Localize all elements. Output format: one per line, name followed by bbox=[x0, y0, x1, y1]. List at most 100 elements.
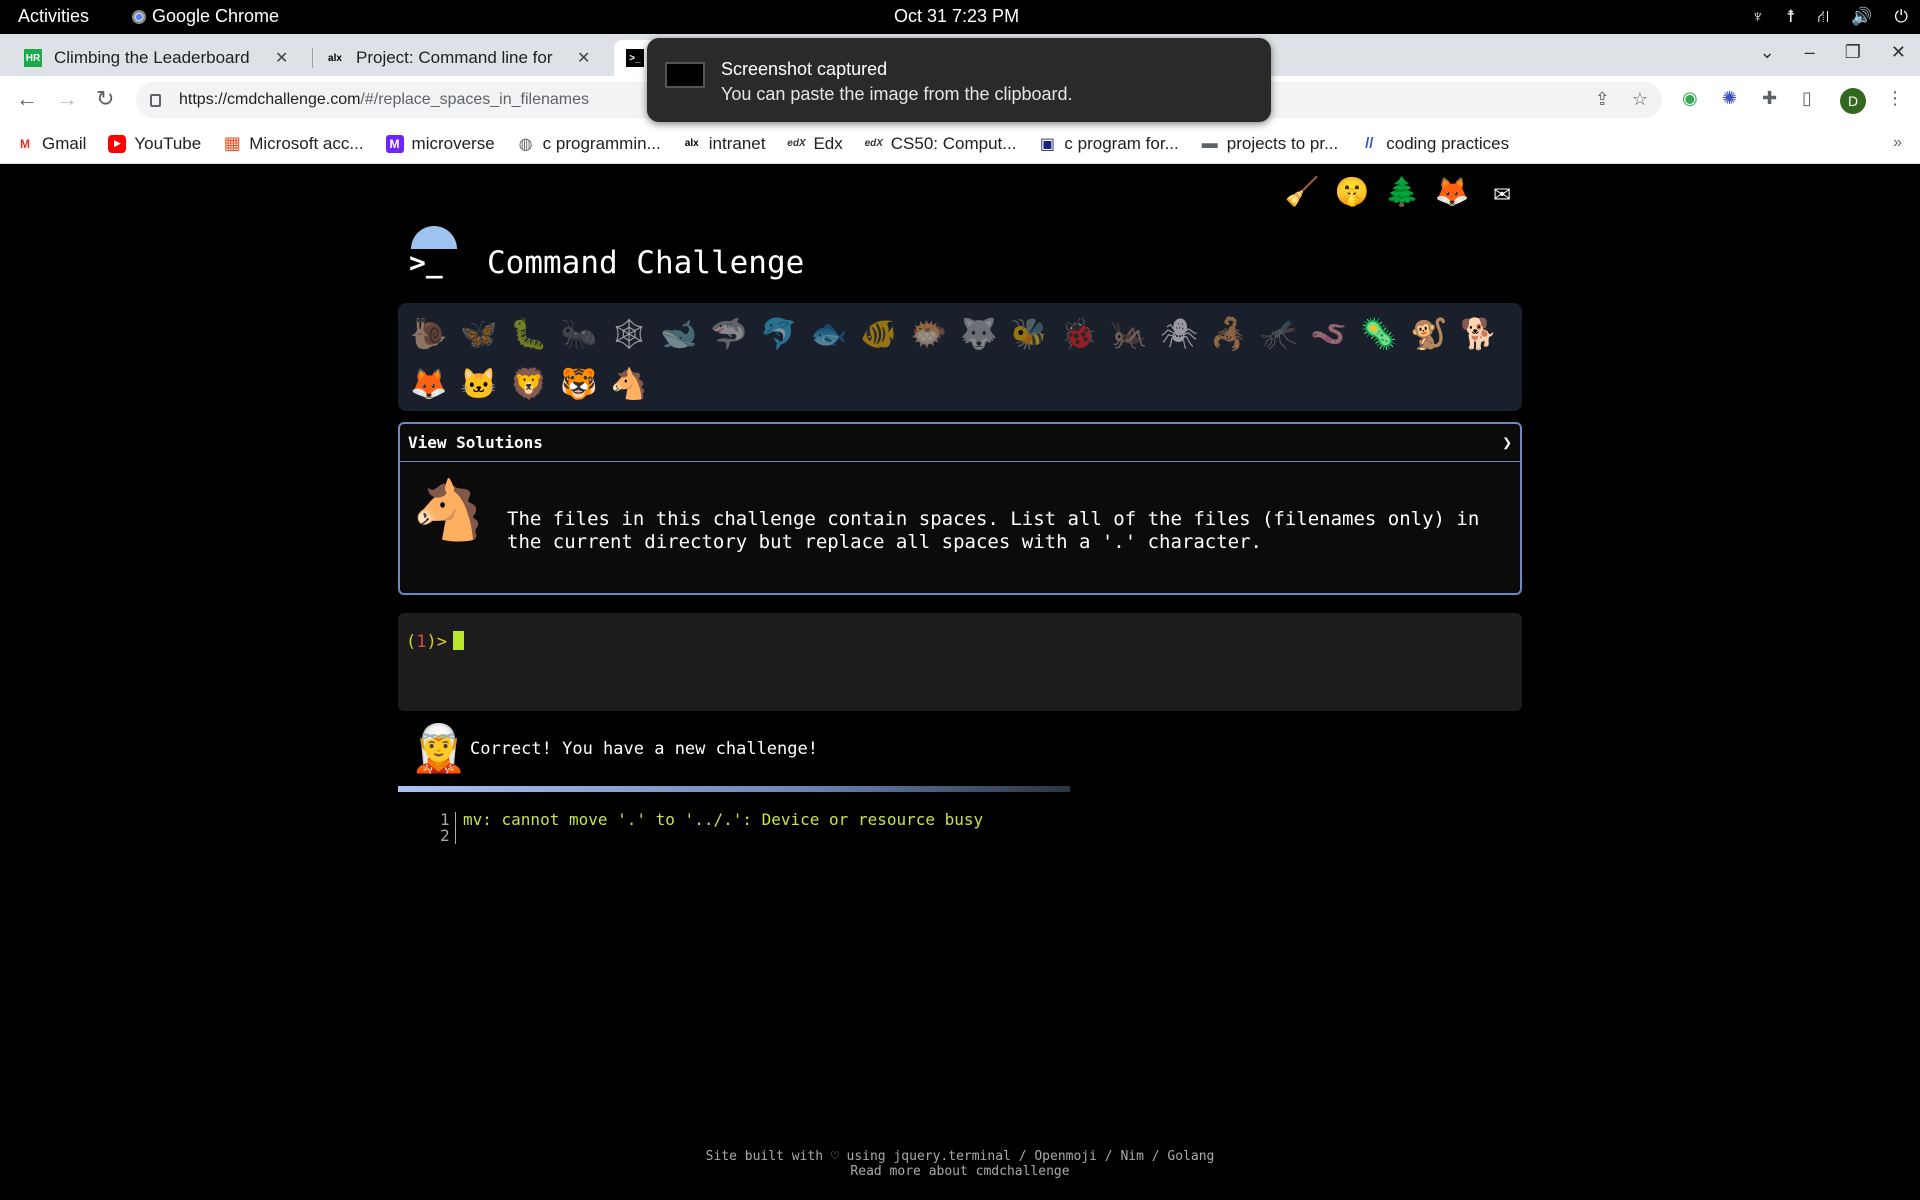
challenge-animal-icon[interactable]: 🐝 bbox=[1004, 309, 1054, 359]
challenge-animal-icon[interactable]: 🕸 bbox=[604, 309, 654, 359]
reload-icon[interactable]: ↻ bbox=[96, 86, 114, 112]
grammarly-icon[interactable]: ◉ bbox=[1682, 88, 1698, 109]
challenge-animal-icon[interactable]: 🐟 bbox=[804, 309, 854, 359]
challenge-animal-icon[interactable]: 🐌 bbox=[404, 309, 454, 359]
bookmark-cs50[interactable]: edX CS50: Comput... bbox=[865, 134, 1017, 154]
minimize-icon[interactable]: – bbox=[1805, 42, 1815, 63]
challenge-animal-icon[interactable]: 🦊 bbox=[404, 359, 454, 409]
challenge-animal-icon[interactable]: 🦋 bbox=[454, 309, 504, 359]
screenshot-thumbnail bbox=[665, 62, 705, 88]
page-content: 🧹 🤫 🌲 🦊 ✉ >_ Command Challenge 🐌 🦋 🐛 🐜 🕸 🐋 🦈 🐬 🐟… bbox=[0, 165, 1920, 1200]
challenge-animal-icon[interactable]: 🐴 bbox=[604, 359, 654, 409]
challenge-animal-icon[interactable]: 🐡 bbox=[904, 309, 954, 359]
challenge-animal-icon[interactable]: 🦠 bbox=[1354, 309, 1404, 359]
bookmark-c-program[interactable]: ▣ c program for... bbox=[1038, 133, 1179, 154]
bookmark-label: CS50: Comput... bbox=[890, 133, 1017, 153]
tab-search-icon[interactable]: ⌄ bbox=[1760, 42, 1775, 63]
clock[interactable]: Oct 31 7:23 PM bbox=[894, 6, 1019, 27]
challenge-animal-icon[interactable]: 🦂 bbox=[1204, 309, 1254, 359]
challenge-animal-icon[interactable]: 🐠 bbox=[854, 309, 904, 359]
extension-badge-icon[interactable]: ✺ bbox=[1722, 88, 1737, 109]
site-logo[interactable]: >_ bbox=[405, 226, 461, 282]
bookmark-label: c program for... bbox=[1064, 133, 1179, 153]
challenge-animal-icon[interactable]: 🐒 bbox=[1404, 309, 1454, 359]
logo-prompt-icon: >_ bbox=[409, 246, 443, 279]
challenge-animal-icon[interactable]: 🦁 bbox=[504, 359, 554, 409]
view-solutions-toggle[interactable]: View Solutions ❯ bbox=[400, 424, 1520, 462]
challenge-animal-icon[interactable]: 🦗 bbox=[1104, 309, 1154, 359]
gitlab-icon[interactable]: 🦊 bbox=[1434, 173, 1470, 209]
bookmark-star-icon[interactable]: ☆ bbox=[1632, 89, 1648, 110]
challenge-animal-icon[interactable]: 🐞 bbox=[1054, 309, 1104, 359]
volume-icon[interactable]: 🔊 bbox=[1851, 7, 1872, 29]
challenge-animal-icon[interactable]: 🐜 bbox=[554, 309, 604, 359]
more-bookmarks-icon[interactable]: » bbox=[1893, 134, 1902, 152]
tab-leaderboard[interactable]: HR Climbing the Leaderboard ✕ bbox=[12, 40, 312, 76]
bookmark-folder-projects[interactable]: ▬ projects to pr... bbox=[1201, 134, 1339, 154]
result-message: Correct! You have a new challenge! bbox=[470, 738, 818, 759]
bookmark-microsoft[interactable]: ▦ Microsoft acc... bbox=[223, 133, 364, 154]
tab-project[interactable]: alx Project: Command line for ✕ bbox=[314, 40, 614, 76]
tree-icon[interactable]: 🌲 bbox=[1384, 173, 1420, 209]
close-icon[interactable]: ✕ bbox=[577, 48, 590, 68]
side-panel-icon[interactable]: ▯ bbox=[1802, 88, 1812, 109]
challenge-animal-icon[interactable]: 🕷 bbox=[1154, 309, 1204, 359]
close-window-icon[interactable]: ✕ bbox=[1891, 42, 1906, 63]
mail-icon[interactable]: ✉ bbox=[1484, 173, 1520, 209]
output-line: 2 bbox=[440, 828, 983, 844]
bookmark-edx[interactable]: edX Edx bbox=[787, 134, 842, 154]
forward-icon[interactable]: → bbox=[56, 86, 78, 112]
challenge-animal-icon[interactable]: 🪱 bbox=[1304, 309, 1354, 359]
share-icon[interactable]: ⇪ bbox=[1595, 89, 1610, 110]
bookmark-intranet[interactable]: alx intranet bbox=[683, 134, 766, 154]
footer: Site built with ♡ using jquery.terminal … bbox=[0, 1149, 1920, 1179]
bookmark-c-programming[interactable]: ◍ c programmin... bbox=[517, 134, 661, 154]
bookmark-label: coding practices bbox=[1386, 133, 1510, 153]
network-icon[interactable]: ⛙ bbox=[1817, 7, 1829, 29]
bookmark-gmail[interactable]: M Gmail bbox=[16, 134, 86, 154]
back-icon[interactable]: ← bbox=[16, 86, 38, 112]
bookmarks-bar: M Gmail ▶ YouTube ▦ Microsoft acc... Mmicro… bbox=[0, 124, 1920, 164]
site-icon: ▣ bbox=[1039, 135, 1055, 153]
challenge-animal-icon[interactable]: 🐋 bbox=[654, 309, 704, 359]
challenge-animal-icon[interactable]: 🐕 bbox=[1454, 309, 1504, 359]
app-menu[interactable]: Google Chrome bbox=[132, 6, 279, 27]
challenge-animal-icon[interactable]: 🦈 bbox=[704, 309, 754, 359]
lock-icon[interactable] bbox=[150, 93, 161, 107]
challenge-animal-icon[interactable]: 🐯 bbox=[554, 359, 604, 409]
challenge-animal-icon[interactable]: 🦟 bbox=[1254, 309, 1304, 359]
top-icon-links: 🧹 🤫 🌲 🦊 ✉ bbox=[1284, 173, 1520, 209]
challenge-animal-icon[interactable]: 🐛 bbox=[504, 309, 554, 359]
activities-button[interactable]: Activities bbox=[18, 6, 89, 27]
system-tray[interactable]: ♆ ☨ ⛙ 🔊 ⏻ bbox=[1751, 7, 1908, 29]
bookmark-label: Microsoft acc... bbox=[249, 133, 364, 153]
challenge-animal-icon[interactable]: 🐬 bbox=[754, 309, 804, 359]
microsoft-icon: ▦ bbox=[223, 133, 241, 153]
url-text[interactable]: https://cmdchallenge.com/#/replace_space… bbox=[179, 91, 589, 109]
window-controls: ⌄ – ❐ ✕ bbox=[1760, 42, 1906, 63]
challenge-panel: View Solutions ❯ 🐴 The files in this cha… bbox=[398, 422, 1522, 595]
output-text: mv: cannot move '.' to '../.': Device or… bbox=[463, 810, 984, 829]
bookmark-youtube[interactable]: ▶ YouTube bbox=[108, 134, 201, 154]
close-icon[interactable]: ✕ bbox=[275, 48, 288, 68]
accessibility-icon[interactable]: ☨ bbox=[1786, 7, 1795, 29]
chrome-menu-icon[interactable]: ⋮ bbox=[1886, 88, 1904, 109]
bookmark-coding-practices[interactable]: // coding practices bbox=[1360, 134, 1509, 154]
restore-icon[interactable]: ❐ bbox=[1845, 42, 1861, 63]
footer-about-link[interactable]: Read more about cmdchallenge bbox=[0, 1164, 1920, 1179]
gmail-icon: M bbox=[20, 136, 30, 151]
shushing-face-icon[interactable]: 🤫 bbox=[1334, 173, 1370, 209]
challenge-animal-icon[interactable]: 🐺 bbox=[954, 309, 1004, 359]
challenge-animal-icon[interactable]: 🐱 bbox=[454, 359, 504, 409]
alx-icon: alx bbox=[328, 52, 342, 64]
bookmark-microverse[interactable]: Mmicroverse bbox=[385, 134, 495, 154]
accessibility-indicator-icon[interactable]: ♆ bbox=[1751, 7, 1764, 29]
profile-avatar[interactable]: D bbox=[1840, 88, 1866, 114]
footer-credits[interactable]: Site built with ♡ using jquery.terminal … bbox=[0, 1149, 1920, 1164]
power-icon[interactable]: ⏻ bbox=[1895, 7, 1908, 29]
terminal-input[interactable]: (1)> bbox=[398, 613, 1522, 711]
extensions-puzzle-icon[interactable]: ✚ bbox=[1762, 88, 1777, 109]
terminal-home-icon[interactable]: 🧹 bbox=[1284, 173, 1320, 209]
screenshot-notification[interactable]: Screenshot captured You can paste the im… bbox=[647, 38, 1271, 122]
